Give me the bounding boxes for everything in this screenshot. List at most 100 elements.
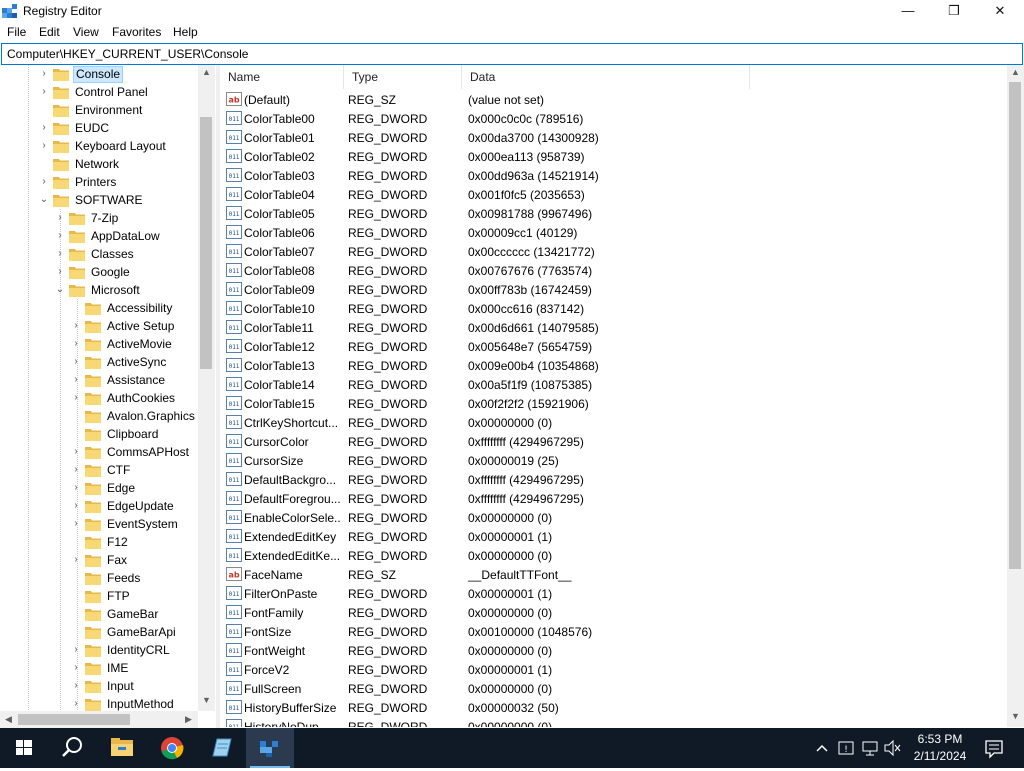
value-row[interactable]: 011 CursorColor REG_DWORD 0xffffffff (42949… (220, 432, 1007, 451)
values-list[interactable]: Name Type Data ab (Default) REG_SZ (value n… (220, 65, 1007, 727)
chevron-right-icon[interactable]: › (70, 553, 82, 567)
value-row[interactable]: 011 ColorTable08 REG_DWORD 0x00767676 (7763… (220, 261, 1007, 280)
menu-edit[interactable]: Edit (39, 25, 60, 39)
chevron-right-icon[interactable]: › (70, 697, 82, 711)
tree-node-label[interactable]: Classes (89, 247, 136, 262)
tray-network[interactable] (860, 728, 880, 768)
tree-node-label[interactable]: 7-Zip (89, 211, 120, 226)
value-row[interactable]: 011 CursorSize REG_DWORD 0x00000019 (25) (220, 451, 1007, 470)
tree-node-label[interactable]: AppDataLow (89, 229, 162, 244)
tree-node-label[interactable]: EventSystem (105, 517, 180, 532)
tree-node-label[interactable]: ActiveSync (105, 355, 168, 370)
taskbar-notepad[interactable] (198, 728, 246, 768)
tree-node-label[interactable]: Keyboard Layout (73, 139, 168, 154)
tree-horizontal-scrollbar[interactable]: ◀ ▶ (0, 711, 198, 728)
value-row[interactable]: 011 EnableColorSele... REG_DWORD 0x00000000… (220, 508, 1007, 527)
tree-node-label[interactable]: InputMethod (105, 697, 176, 712)
tree-node-label[interactable]: EUDC (73, 121, 111, 136)
chevron-down-icon[interactable]: ⌄ (54, 283, 66, 297)
value-row[interactable]: 011 FilterOnPaste REG_DWORD 0x00000001 (1) (220, 584, 1007, 603)
chevron-right-icon[interactable]: › (70, 643, 82, 657)
minimize-button[interactable]: — (885, 0, 931, 23)
scroll-left-arrow-icon[interactable]: ◀ (0, 714, 17, 725)
chevron-right-icon[interactable] (70, 535, 82, 549)
close-button[interactable]: ✕ (977, 0, 1023, 23)
tree-node-label[interactable]: SOFTWARE (73, 193, 145, 208)
maximize-button[interactable]: ❐ (931, 0, 977, 23)
tree-node-label[interactable]: Assistance (105, 373, 167, 388)
taskbar-regedit[interactable] (246, 728, 294, 768)
value-row[interactable]: 011 ColorTable10 REG_DWORD 0x000cc616 (8371… (220, 299, 1007, 318)
chevron-right-icon[interactable]: › (38, 121, 50, 135)
column-header-data[interactable]: Data (462, 65, 750, 89)
taskbar-chrome[interactable] (148, 728, 196, 768)
tree-node-label[interactable]: Microsoft (89, 283, 142, 298)
value-row[interactable]: 011 FontFamily REG_DWORD 0x00000000 (0) (220, 603, 1007, 622)
tree-node-label[interactable]: F12 (105, 535, 130, 550)
value-row[interactable]: 011 ExtendedEditKey REG_DWORD 0x00000001 (1… (220, 527, 1007, 546)
chevron-right-icon[interactable]: › (70, 337, 82, 351)
list-scroll-down-arrow-icon[interactable]: ▼ (1007, 711, 1024, 721)
scroll-down-arrow-icon[interactable]: ▼ (198, 695, 215, 705)
tree-node-label[interactable]: Google (89, 265, 132, 280)
tree-node-label[interactable]: IdentityCRL (105, 643, 172, 658)
chevron-right-icon[interactable]: › (70, 463, 82, 477)
tree-node-label[interactable]: IME (105, 661, 130, 676)
tree-node-label[interactable]: Feeds (105, 571, 142, 586)
chevron-right-icon[interactable]: › (70, 391, 82, 405)
value-row[interactable]: 011 ColorTable12 REG_DWORD 0x005648e7 (5654… (220, 337, 1007, 356)
value-row[interactable]: 011 ColorTable01 REG_DWORD 0x00da3700 (1430… (220, 128, 1007, 147)
menu-view[interactable]: View (73, 25, 99, 39)
value-row[interactable]: 011 ColorTable06 REG_DWORD 0x00009cc1 (4012… (220, 223, 1007, 242)
chevron-right-icon[interactable]: › (54, 247, 66, 261)
value-row[interactable]: 011 ColorTable13 REG_DWORD 0x009e00b4 (1035… (220, 356, 1007, 375)
list-scroll-up-arrow-icon[interactable]: ▲ (1007, 67, 1024, 77)
tree-node-label[interactable]: FTP (105, 589, 132, 604)
tree-node-label[interactable]: GameBar (105, 607, 160, 622)
tree-node-label[interactable]: Input (105, 679, 136, 694)
chevron-right-icon[interactable]: › (38, 139, 50, 153)
value-row[interactable]: 011 ForceV2 REG_DWORD 0x00000001 (1) (220, 660, 1007, 679)
address-bar[interactable]: Computer\HKEY_CURRENT_USER\Console (1, 43, 1023, 65)
tree-node-label[interactable]: CommsAPHost (105, 445, 191, 460)
tree-node-label[interactable]: Clipboard (105, 427, 160, 442)
tree-node-label[interactable]: ActiveMovie (105, 337, 174, 352)
chevron-right-icon[interactable] (70, 607, 82, 621)
chevron-right-icon[interactable]: › (70, 373, 82, 387)
value-row[interactable]: 011 FullScreen REG_DWORD 0x00000000 (0) (220, 679, 1007, 698)
value-row[interactable]: 011 ColorTable02 REG_DWORD 0x000ea113 (9587… (220, 147, 1007, 166)
tree-node-label[interactable]: Printers (73, 175, 118, 190)
chevron-down-icon[interactable]: ⌄ (38, 193, 50, 207)
tree-vertical-scrollbar[interactable]: ▲ ▼ (198, 65, 215, 711)
value-row[interactable]: ab FaceName REG_SZ __DefaultTTFont__ (220, 565, 1007, 584)
value-row[interactable]: 011 ColorTable04 REG_DWORD 0x001f0fc5 (2035… (220, 185, 1007, 204)
value-row[interactable]: 011 FontWeight REG_DWORD 0x00000000 (0) (220, 641, 1007, 660)
tray-security[interactable]: ! (836, 728, 856, 768)
tree-hscroll-thumb[interactable] (18, 714, 130, 725)
tree-node-label[interactable]: Control Panel (73, 85, 150, 100)
chevron-right-icon[interactable]: › (54, 211, 66, 225)
tree-scroll-thumb[interactable] (200, 117, 212, 369)
tree-node-label[interactable]: AuthCookies (105, 391, 177, 406)
value-row[interactable]: 011 DefaultBackgro... REG_DWORD 0xffffffff … (220, 470, 1007, 489)
chevron-right-icon[interactable] (70, 571, 82, 585)
menu-favorites[interactable]: Favorites (112, 25, 161, 39)
tree-node-label[interactable]: Fax (105, 553, 129, 568)
column-header-type[interactable]: Type (344, 65, 462, 89)
chevron-right-icon[interactable]: › (70, 319, 82, 333)
value-row[interactable]: 011 DefaultForegrou... REG_DWORD 0xffffffff… (220, 489, 1007, 508)
chevron-right-icon[interactable]: › (70, 517, 82, 531)
scroll-right-arrow-icon[interactable]: ▶ (180, 714, 197, 725)
list-vertical-scrollbar[interactable]: ▲ ▼ (1007, 65, 1024, 727)
tree-node-label[interactable]: Network (73, 157, 121, 172)
tree-node-label[interactable]: Environment (73, 103, 144, 118)
chevron-right-icon[interactable]: › (38, 175, 50, 189)
value-row[interactable]: 011 ColorTable05 REG_DWORD 0x00981788 (9967… (220, 204, 1007, 223)
tree-node-label[interactable]: GameBarApi (105, 625, 178, 640)
tree-node-label[interactable]: Edge (105, 481, 137, 496)
chevron-right-icon[interactable]: › (70, 481, 82, 495)
action-center-button[interactable] (982, 728, 1006, 768)
value-row[interactable]: 011 ColorTable11 REG_DWORD 0x00d6d661 (1407… (220, 318, 1007, 337)
chevron-right-icon[interactable] (70, 301, 82, 315)
chevron-right-icon[interactable]: › (54, 265, 66, 279)
